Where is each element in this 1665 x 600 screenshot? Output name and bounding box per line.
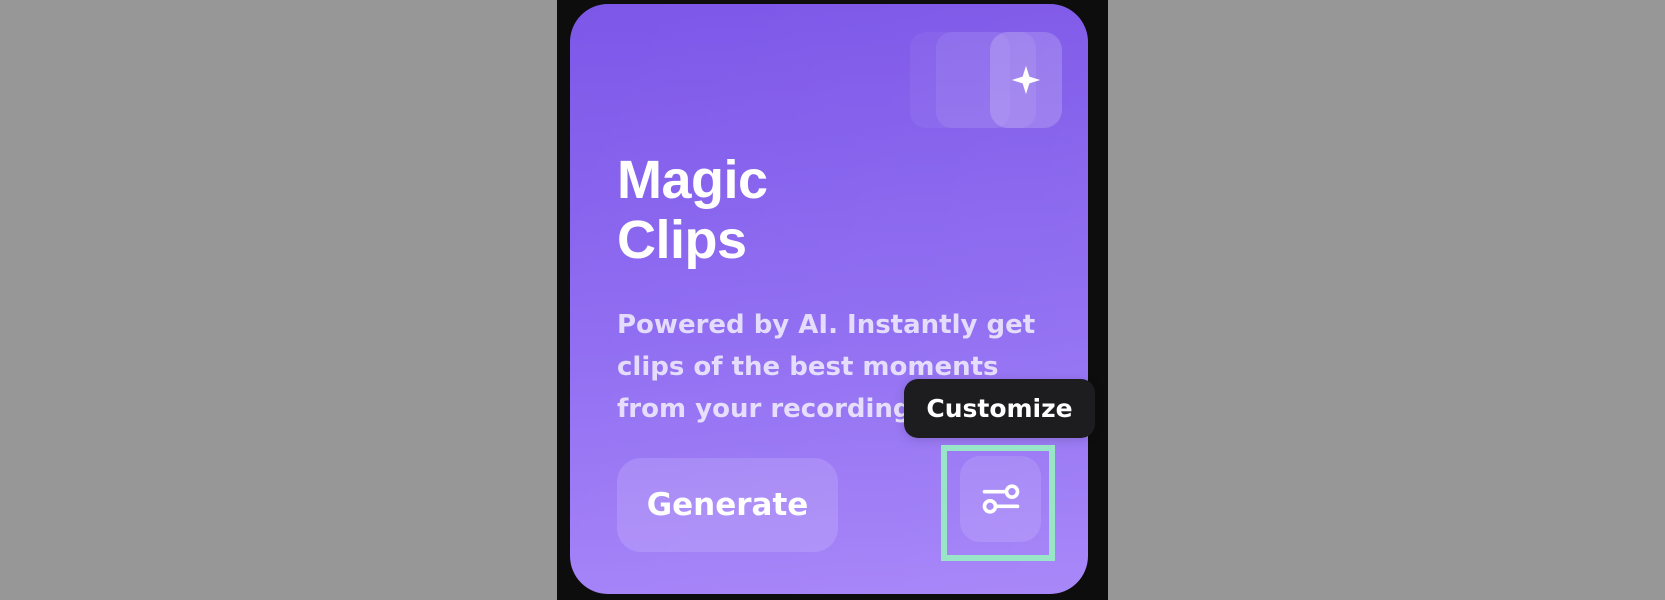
generate-button[interactable]: Generate	[617, 458, 838, 552]
sliders-icon	[982, 484, 1019, 514]
card-title: Magic Clips	[617, 150, 768, 270]
customize-button[interactable]	[960, 456, 1041, 542]
customize-tooltip: Customize	[904, 379, 1095, 438]
sparkle-icon	[1011, 65, 1041, 95]
card-title-line-1: Magic	[617, 150, 768, 210]
card-description-line-1: Powered by AI. Instantly get	[617, 310, 1036, 340]
sparkle-badge	[990, 32, 1062, 128]
customize-tooltip-label: Customize	[926, 394, 1073, 423]
card-title-line-2: Clips	[617, 210, 747, 270]
